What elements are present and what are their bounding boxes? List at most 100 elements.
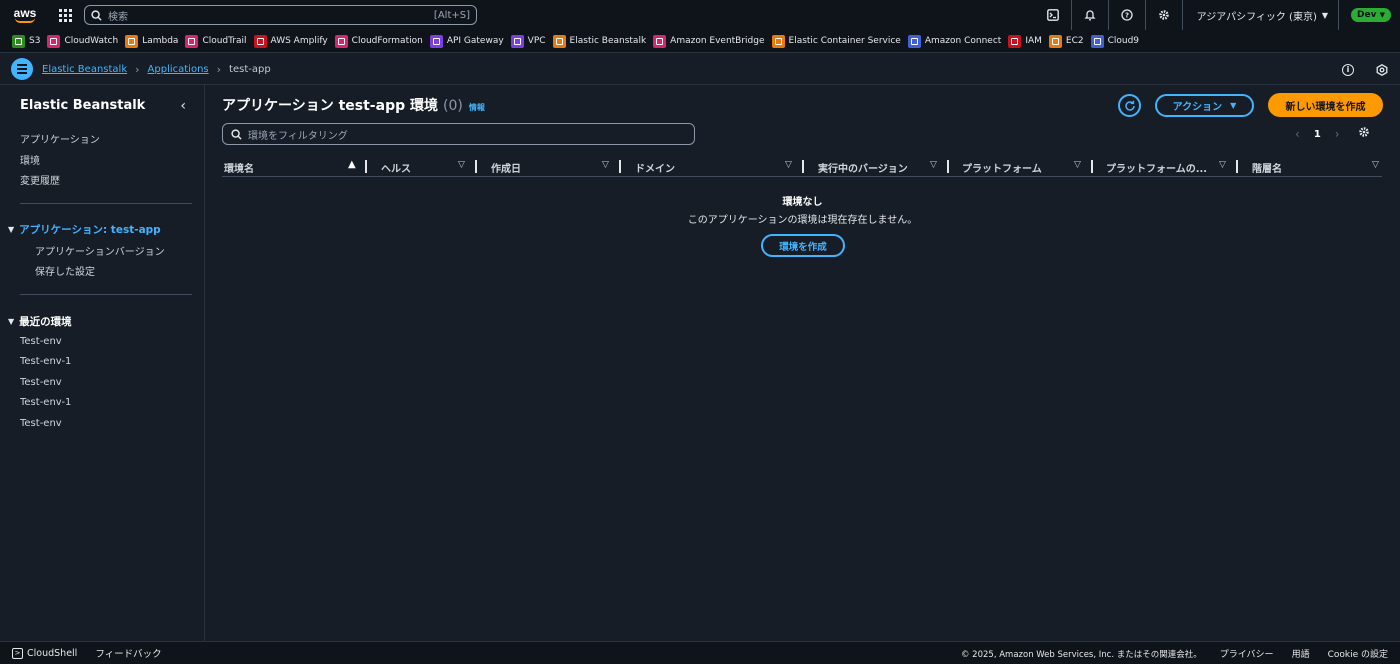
hamburger-menu-button[interactable]	[11, 58, 33, 80]
footer-privacy-link[interactable]: プライバシー	[1220, 647, 1274, 660]
column-header-health[interactable]: ヘルス	[381, 160, 411, 175]
info-icon[interactable]: i	[1342, 63, 1354, 76]
sidebar-item-recent-env[interactable]: Test-env	[20, 336, 62, 347]
sidebar-item-applications[interactable]: アプリケーション	[20, 131, 100, 146]
cloudshell-icon: >	[12, 647, 23, 659]
service-icon	[1048, 34, 1062, 48]
account-badge[interactable]: Dev ▼	[1351, 8, 1391, 22]
column-resizer[interactable]	[947, 160, 949, 173]
region-selector[interactable]: アジアパシフィック (東京) ▼	[1183, 0, 1340, 30]
favorite-item[interactable]: CloudFormation	[334, 34, 423, 48]
actions-dropdown-button[interactable]: アクション ▼	[1155, 94, 1254, 117]
favorite-item[interactable]: Cloud9	[1090, 34, 1139, 48]
favorite-item[interactable]: S3	[12, 34, 40, 48]
sidebar-section-recent[interactable]: ▼ 最近の環境	[8, 314, 72, 329]
settings-icon[interactable]	[1376, 63, 1388, 76]
service-icon	[334, 34, 348, 48]
chevron-left-icon[interactable]: ‹	[1295, 127, 1300, 141]
footer-cookie-link[interactable]: Cookie の設定	[1328, 647, 1388, 660]
favorite-item[interactable]: Amazon EventBridge	[653, 34, 765, 48]
service-icon	[429, 34, 443, 48]
column-resizer[interactable]	[802, 160, 804, 173]
sidebar-section-app[interactable]: ▼ アプリケーション: test-app	[8, 222, 161, 237]
search-input[interactable]: 検索 [Alt+S]	[84, 5, 477, 25]
favorite-item[interactable]: Elastic Container Service	[771, 34, 901, 48]
sidebar-item-recent-env[interactable]: Test-env-1	[20, 397, 71, 408]
column-header-env-name[interactable]: 環境名	[224, 160, 254, 175]
column-resizer[interactable]	[1236, 160, 1238, 173]
help-icon[interactable]: ?	[1109, 0, 1146, 30]
favorite-item[interactable]: VPC	[510, 34, 546, 48]
favorite-item[interactable]: IAM	[1008, 34, 1042, 48]
footer-feedback-link[interactable]: フィードバック	[95, 646, 161, 660]
favorites-bar: S3 CloudWatch Lambda CloudTrail AWS Amplify C…	[0, 30, 1400, 53]
sort-ascending-icon[interactable]: ▲	[348, 159, 356, 170]
column-resizer[interactable]	[1091, 160, 1093, 173]
column-header-created[interactable]: 作成日	[491, 160, 521, 175]
sidebar-item-change-history[interactable]: 変更履歴	[20, 172, 60, 187]
sort-icon[interactable]: ▽	[1074, 160, 1081, 170]
sidebar-item-recent-env[interactable]: Test-env	[20, 418, 62, 429]
sort-icon[interactable]: ▽	[785, 160, 792, 170]
footer-cloudshell-link[interactable]: CloudShell	[27, 648, 77, 659]
info-link[interactable]: 情報	[469, 102, 485, 113]
breadcrumb-link-service[interactable]: Elastic Beanstalk	[42, 64, 127, 75]
favorite-label: API Gateway	[446, 36, 504, 46]
chevron-right-icon[interactable]: ›	[1335, 127, 1340, 141]
sort-icon[interactable]: ▽	[458, 160, 465, 170]
sidebar-title: Elastic Beanstalk	[20, 98, 146, 113]
favorite-item[interactable]: Amazon Connect	[907, 34, 1001, 48]
sort-icon[interactable]: ▽	[1372, 160, 1379, 170]
column-header-tier[interactable]: 階層名	[1252, 160, 1282, 175]
column-header-running-version[interactable]: 実行中のバージョン	[818, 160, 908, 175]
create-environment-button[interactable]: 環境を作成	[761, 234, 845, 257]
column-resizer[interactable]	[619, 160, 621, 173]
favorite-item[interactable]: CloudWatch	[47, 34, 118, 48]
chevron-left-icon[interactable]: ‹	[180, 98, 186, 114]
service-icon	[653, 34, 667, 48]
sidebar-item-app-versions[interactable]: アプリケーションバージョン	[35, 243, 165, 258]
breadcrumb-link-applications[interactable]: Applications	[148, 64, 209, 75]
column-resizer[interactable]	[475, 160, 477, 173]
column-header-platform[interactable]: プラットフォーム	[962, 160, 1042, 175]
cloudshell-icon[interactable]	[1035, 0, 1072, 30]
column-header-domain[interactable]: ドメイン	[635, 160, 675, 175]
aws-logo[interactable]: aws	[0, 0, 50, 30]
sort-icon[interactable]: ▽	[930, 160, 937, 170]
page-number[interactable]: 1	[1314, 129, 1321, 140]
caret-down-icon: ▼	[1321, 10, 1329, 20]
favorite-item[interactable]: CloudTrail	[185, 34, 247, 48]
aws-logo-text: aws	[13, 5, 37, 20]
service-icon	[771, 34, 785, 48]
sidebar-item-recent-env[interactable]: Test-env	[20, 377, 62, 388]
column-header-platform-state[interactable]: プラットフォームの...	[1106, 160, 1207, 175]
bell-icon[interactable]	[1072, 0, 1109, 30]
favorite-item[interactable]: Elastic Beanstalk	[552, 34, 647, 48]
sidebar-item-recent-env[interactable]: Test-env-1	[20, 356, 71, 367]
empty-state-title: 環境なし	[782, 197, 823, 208]
favorite-item[interactable]: API Gateway	[429, 34, 504, 48]
environment-count: (0)	[442, 98, 463, 114]
footer-right: © 2025, Amazon Web Services, Inc. またはその関…	[961, 642, 1388, 664]
footer-terms-link[interactable]: 用語	[1292, 647, 1310, 660]
favorite-item[interactable]: AWS Amplify	[253, 34, 328, 48]
create-new-environment-button[interactable]: 新しい環境を作成	[1268, 93, 1383, 117]
services-menu-button[interactable]	[50, 0, 80, 30]
settings-gear-icon[interactable]	[1146, 0, 1183, 30]
sidebar-item-environments[interactable]: 環境	[20, 152, 40, 167]
refresh-button[interactable]	[1118, 94, 1141, 117]
filter-input[interactable]: 環境をフィルタリング	[222, 123, 695, 145]
sort-icon[interactable]: ▽	[602, 160, 609, 170]
favorite-label: CloudTrail	[202, 36, 247, 46]
search-placeholder: 検索	[108, 11, 128, 23]
top-nav: aws 検索 [Alt+S] ? アジアパシフィック (東京) ▼ Dev ▼	[0, 0, 1400, 30]
column-resizer[interactable]	[365, 160, 367, 173]
sort-icon[interactable]: ▽	[1219, 160, 1226, 170]
favorite-item[interactable]: EC2	[1048, 34, 1084, 48]
favorite-label: Elastic Beanstalk	[569, 36, 647, 46]
sidebar-section-recent-label: 最近の環境	[19, 316, 72, 328]
service-icon	[1008, 34, 1022, 48]
favorite-item[interactable]: Lambda	[125, 34, 178, 48]
sidebar-item-saved-configs[interactable]: 保存した設定	[35, 263, 95, 278]
table-preferences-gear-icon[interactable]	[1358, 126, 1370, 142]
